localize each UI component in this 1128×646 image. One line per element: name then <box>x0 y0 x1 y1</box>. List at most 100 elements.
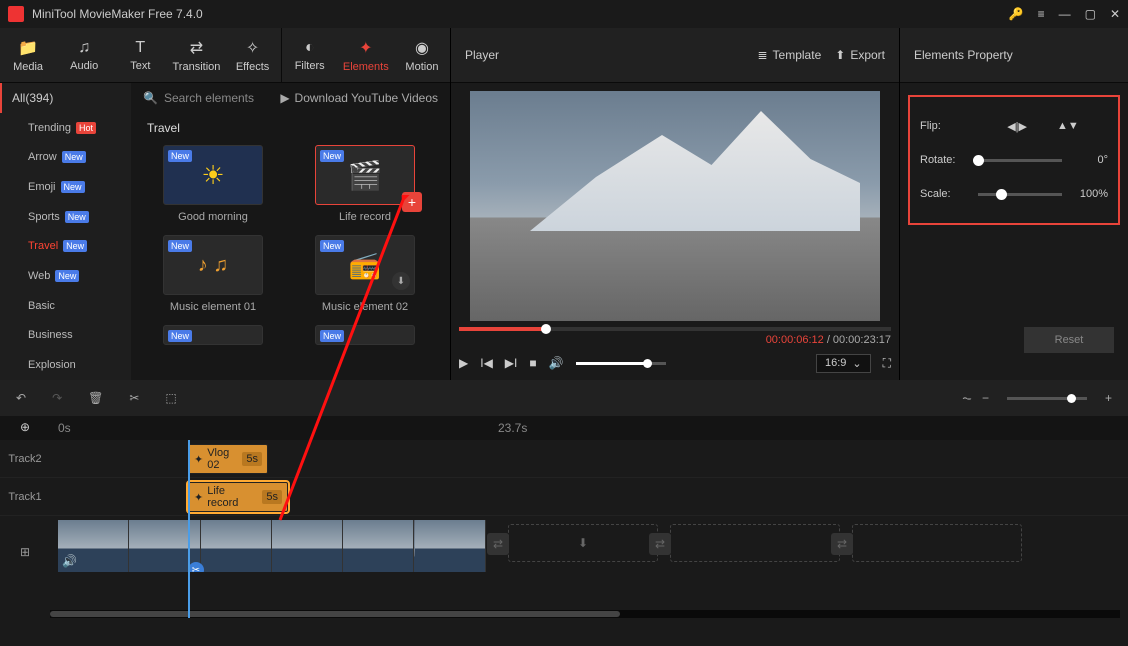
transition-icon[interactable]: ⇄ <box>487 533 509 555</box>
track-2-row[interactable]: Track2 <box>0 440 1128 478</box>
export-button[interactable]: ⬆Export <box>835 48 885 62</box>
sidebar-item-business[interactable]: Business <box>0 321 131 351</box>
app-logo-icon <box>8 6 24 22</box>
clip-vlog[interactable]: ✦Vlog 025s <box>188 444 268 474</box>
notes-icon: ♪ ♫ <box>198 254 229 277</box>
stop-button[interactable]: ■ <box>529 356 536 370</box>
effects-icon: ✧ <box>246 38 259 58</box>
transition-slot[interactable]: ⇄ <box>670 524 840 562</box>
flip-vertical-button[interactable]: ▲▼ <box>1057 120 1079 133</box>
sidebar-all[interactable]: All(394) <box>0 83 131 113</box>
new-tag: New <box>320 240 344 252</box>
element-card-good-morning[interactable]: New☀ Good morning <box>143 145 283 223</box>
nav-filters[interactable]: ◐Filters <box>282 28 338 82</box>
zoom-out-button[interactable]: − <box>982 391 989 405</box>
tracks-region: Track2 Track1 ✦Vlog 025s ✦Life record5s … <box>0 440 1128 618</box>
property-title: Elements Property <box>914 48 1013 62</box>
rotate-slider[interactable] <box>978 159 1062 162</box>
element-name-label: Good morning <box>143 211 283 223</box>
zoom-slider[interactable] <box>1007 397 1087 400</box>
timeline-scrollbar[interactable] <box>50 610 1120 618</box>
nav-audio[interactable]: ♫Audio <box>56 28 112 82</box>
transition-slot[interactable]: ⇄⬇ <box>508 524 658 562</box>
maximize-icon[interactable]: ▢ <box>1085 7 1096 21</box>
redo-button[interactable]: ↷ <box>52 391 62 405</box>
sidebar-item-sports[interactable]: SportsNew <box>0 202 131 232</box>
scale-slider[interactable] <box>978 193 1062 196</box>
sun-icon: ☀ <box>201 160 224 191</box>
search-input[interactable]: 🔍Search elements <box>143 91 270 105</box>
transition-slot[interactable]: ⇄ <box>852 524 1022 562</box>
fullscreen-button[interactable]: ⛶ <box>883 356 891 371</box>
track-1-row[interactable]: Track1 <box>0 478 1128 516</box>
element-card-partial-2[interactable]: New <box>295 325 435 345</box>
template-button[interactable]: ≣Template <box>757 48 821 62</box>
volume-icon[interactable]: 🔊 <box>549 356 564 370</box>
rotate-label: Rotate: <box>920 154 968 166</box>
split-indicator-icon[interactable]: ✂ <box>188 562 204 572</box>
new-badge: New <box>62 151 86 163</box>
nav-elements[interactable]: ✦Elements <box>338 28 394 82</box>
nav-text[interactable]: TText <box>112 28 168 82</box>
sidebar-item-emoji[interactable]: EmojiNew <box>0 172 131 202</box>
sidebar-item-explosion[interactable]: Explosion <box>0 350 131 380</box>
youtube-icon: ▶ <box>280 91 289 105</box>
new-tag: New <box>168 240 192 252</box>
nav-motion[interactable]: ◉Motion <box>394 28 450 82</box>
clip-life-record[interactable]: ✦Life record5s <box>188 482 288 512</box>
flip-horizontal-button[interactable]: ◀|▶ <box>1007 120 1027 133</box>
track-1-label: Track1 <box>0 491 50 503</box>
add-button[interactable]: + <box>402 192 422 212</box>
track-2-label: Track2 <box>0 453 50 465</box>
prev-frame-button[interactable]: I◀ <box>480 356 493 370</box>
undo-button[interactable]: ↶ <box>16 391 26 405</box>
category-sidebar: All(394) TrendingHot ArrowNew EmojiNew S… <box>0 83 131 380</box>
template-icon: ≣ <box>757 48 767 62</box>
app-title: MiniTool MovieMaker Free 7.4.0 <box>32 7 203 21</box>
nav-media[interactable]: 📁Media <box>0 28 56 82</box>
new-badge: New <box>63 240 87 252</box>
element-card-life-record[interactable]: New🎬+ Life record <box>295 145 435 223</box>
sidebar-item-trending[interactable]: TrendingHot <box>0 113 131 143</box>
volume-slider[interactable] <box>576 362 666 365</box>
sidebar-item-basic[interactable]: Basic <box>0 291 131 321</box>
transition-icon[interactable]: ⇄ <box>831 533 853 555</box>
play-button[interactable]: ▶ <box>459 356 468 370</box>
download-youtube-link[interactable]: ▶Download YouTube Videos <box>280 91 438 105</box>
add-track-button[interactable]: ⊕ <box>20 420 30 434</box>
folder-icon: 📁 <box>18 38 38 58</box>
speed-icon[interactable]: ⏦ <box>962 391 972 406</box>
delete-button[interactable]: 🗑 <box>88 391 103 405</box>
crop-button[interactable]: ⬚ <box>165 391 176 405</box>
menu-icon[interactable]: ≡ <box>1038 7 1045 21</box>
split-button[interactable]: ✂ <box>129 391 139 405</box>
sidebar-item-arrow[interactable]: ArrowNew <box>0 142 131 172</box>
minimize-icon[interactable]: — <box>1059 7 1071 21</box>
element-card-partial-1[interactable]: New <box>143 325 283 345</box>
star-icon: ✦ <box>194 453 203 466</box>
download-icon[interactable]: ⬇ <box>392 272 410 290</box>
transition-icon[interactable]: ⇄ <box>649 533 671 555</box>
clip-volume-icon[interactable]: 🔊 <box>62 554 77 568</box>
nav-effects[interactable]: ✧Effects <box>225 28 282 82</box>
flip-label: Flip: <box>920 120 968 132</box>
timecode: 00:00:06:12/00:00:23:17 <box>459 334 891 346</box>
element-card-music-02[interactable]: New📻⬇ Music element 02 <box>295 235 435 313</box>
new-tag: New <box>168 330 192 342</box>
property-panel: Elements Property Flip: ◀|▶ ▲▼ Rotate: 0… <box>900 28 1128 380</box>
progress-bar[interactable] <box>459 327 891 331</box>
element-card-music-01[interactable]: New ♪ ♫ Music element 01 <box>143 235 283 313</box>
reset-button[interactable]: Reset <box>1024 327 1114 353</box>
key-icon[interactable]: 🔑 <box>1009 7 1024 21</box>
playhead[interactable] <box>188 440 190 618</box>
element-name-label: Music element 01 <box>143 301 283 313</box>
next-frame-button[interactable]: ▶I <box>505 356 518 370</box>
sidebar-item-web[interactable]: WebNew <box>0 261 131 291</box>
close-icon[interactable]: ✕ <box>1110 7 1120 21</box>
zoom-in-button[interactable]: + <box>1105 391 1112 405</box>
aspect-ratio-select[interactable]: 16:9⌄ <box>816 354 871 373</box>
sidebar-item-travel[interactable]: TravelNew <box>0 232 131 262</box>
timeline-ruler[interactable]: ⊕ 0s 23.7s <box>0 416 1128 440</box>
drop-target-icon: ⬇ <box>578 536 588 550</box>
nav-transition[interactable]: ⇄Transition <box>168 28 224 82</box>
